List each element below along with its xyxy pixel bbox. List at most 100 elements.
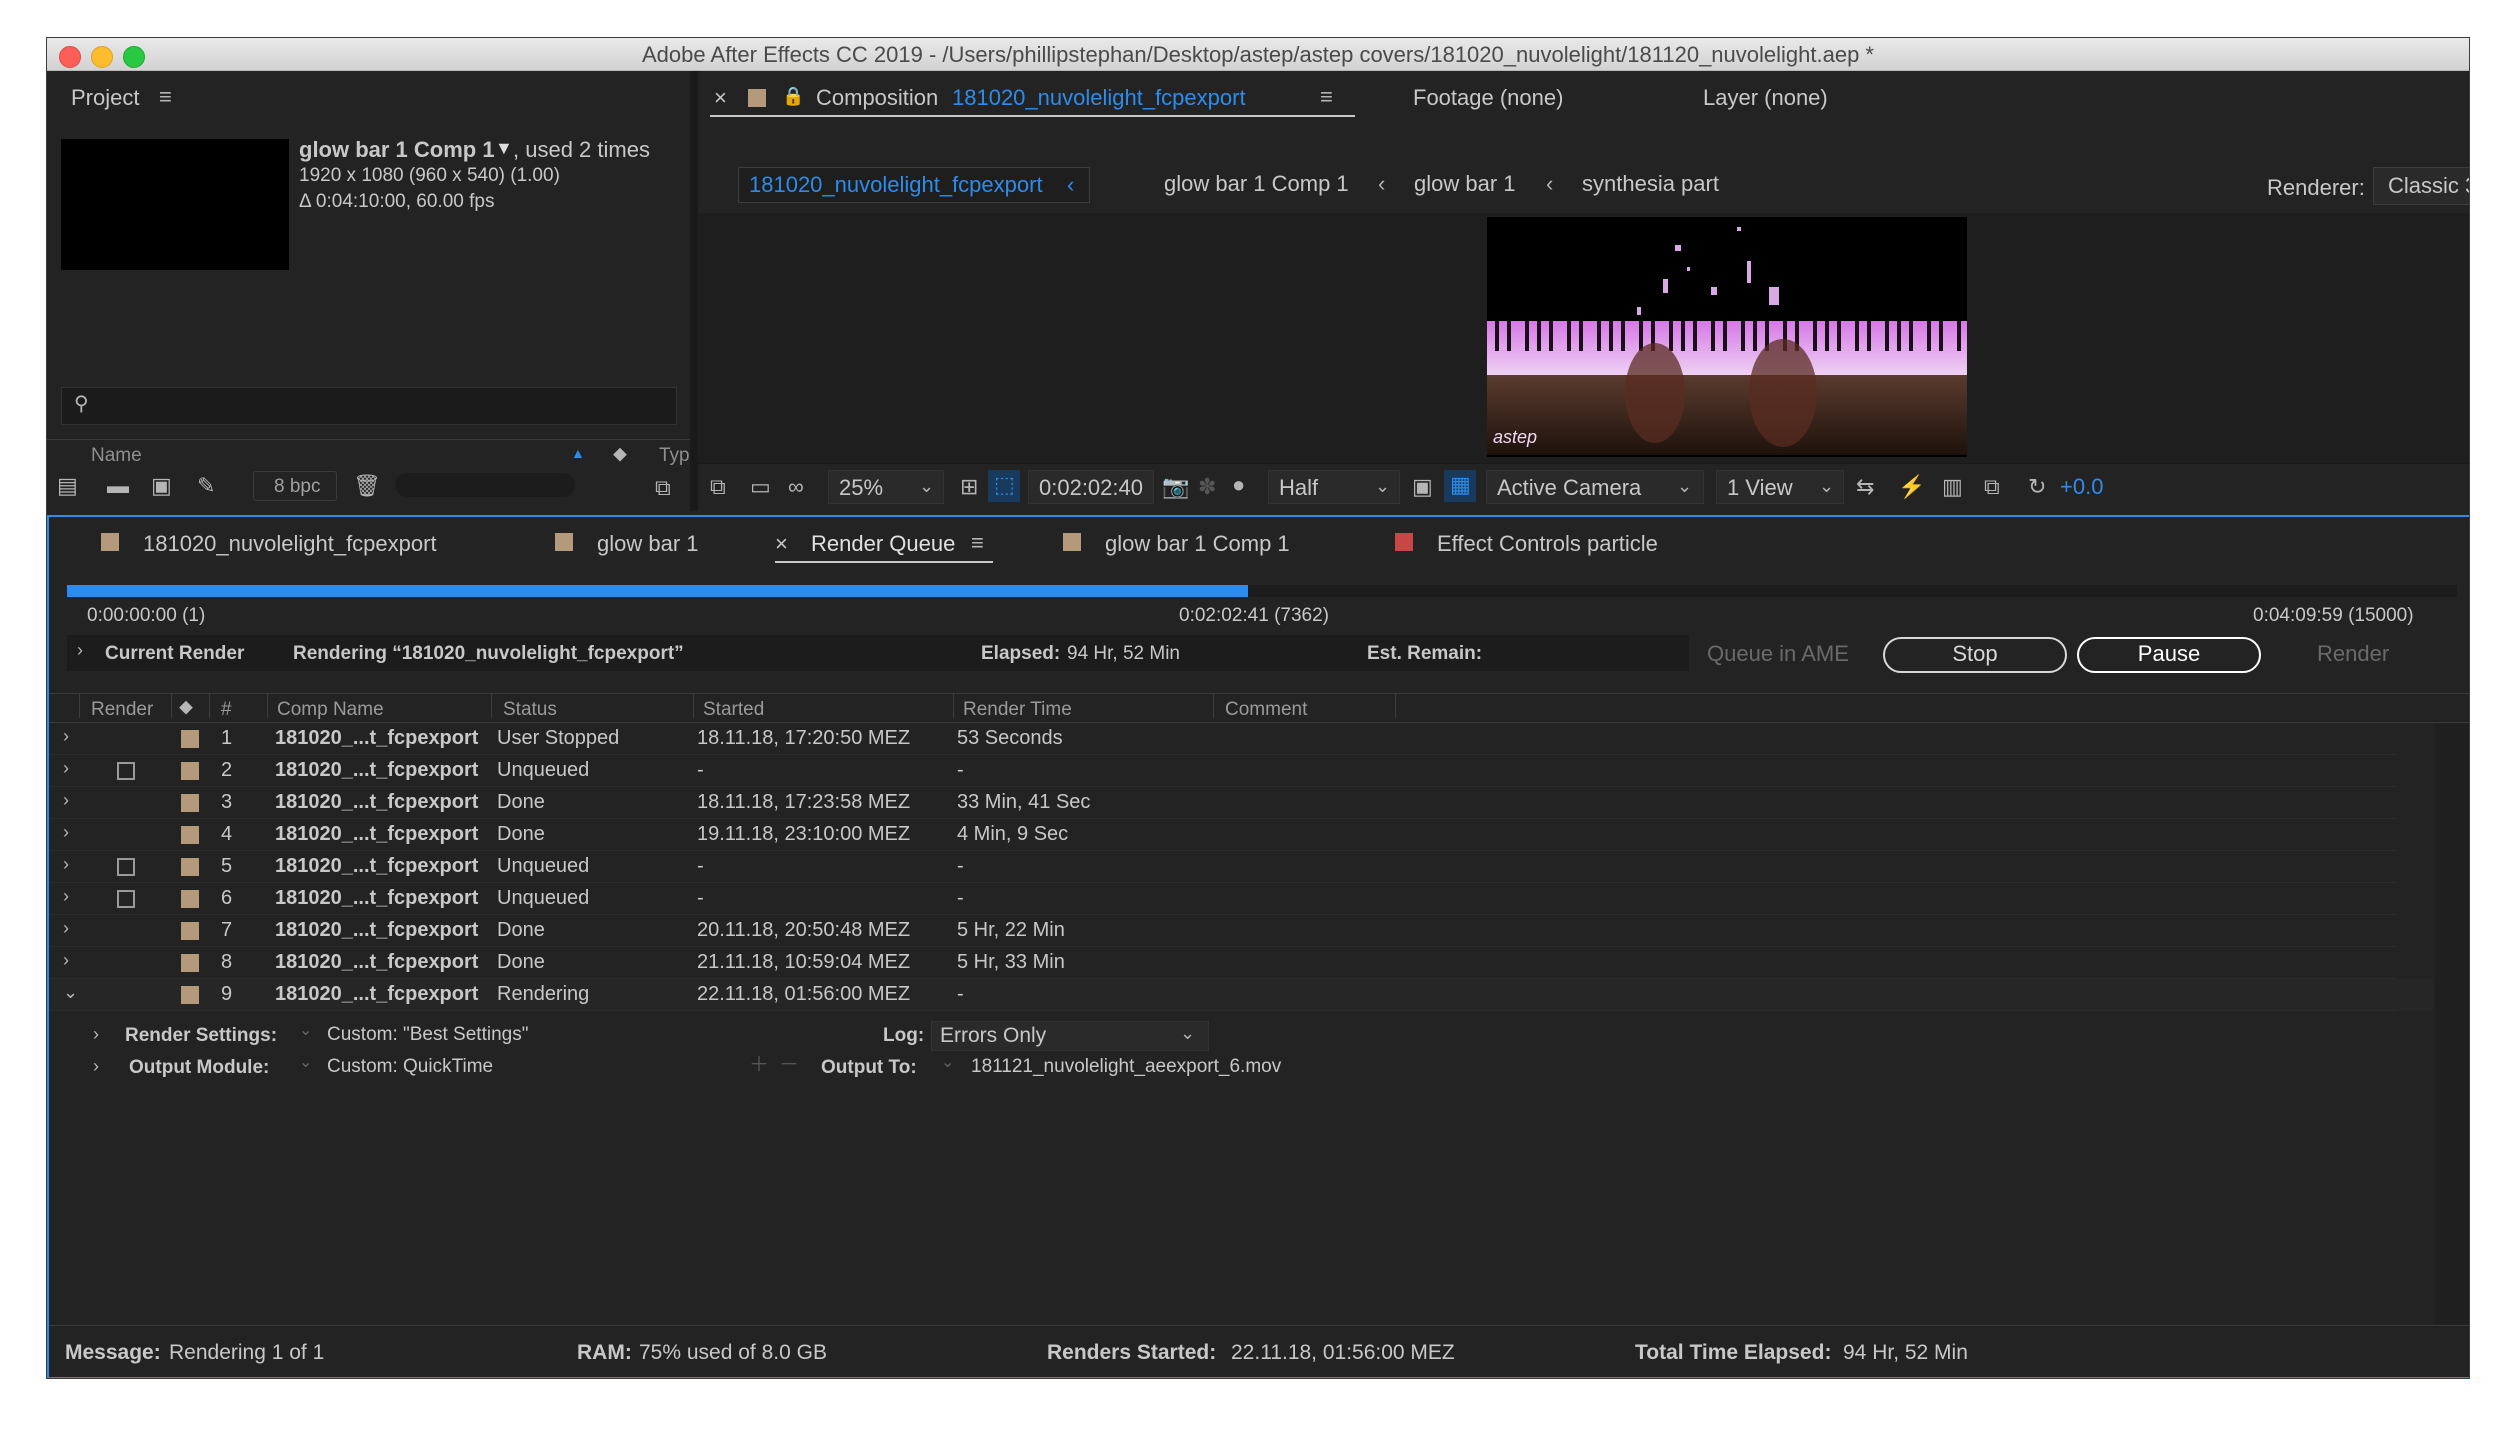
header-num[interactable]: #	[221, 699, 232, 721]
label-swatch[interactable]	[181, 730, 199, 748]
output-module-value[interactable]: Custom: QuickTime	[327, 1056, 493, 1078]
chevron-down-icon[interactable]: ⌄	[299, 1055, 312, 1071]
trash-icon[interactable]: 🗑	[353, 475, 381, 497]
camera-select[interactable]: Active Camera ⌄	[1486, 470, 1704, 504]
views-select[interactable]: 1 View ⌄	[1716, 470, 1844, 504]
pause-button[interactable]: Pause	[2077, 637, 2261, 673]
lock-icon[interactable]: 🔒	[782, 87, 804, 105]
panel-menu-icon[interactable]: ≡	[159, 86, 172, 108]
column-type[interactable]: Typ	[659, 445, 690, 467]
chevron-down-icon[interactable]: ⌄	[299, 1023, 312, 1039]
pen-icon[interactable]: ✎	[197, 475, 215, 497]
label-tag-icon[interactable]: ⬥	[179, 697, 193, 717]
queue-row[interactable]: › 1 181020_...t_fcpexport User Stopped 18.11…	[49, 723, 2433, 755]
chevron-right-icon[interactable]: ›	[63, 759, 69, 777]
chevron-right-icon[interactable]: ›	[63, 887, 69, 905]
render-settings-value[interactable]: Custom: "Best Settings"	[327, 1024, 528, 1046]
viewer-close-icon[interactable]: ×	[714, 85, 727, 111]
breadcrumb-glow-bar[interactable]: glow bar 1	[1414, 171, 1516, 197]
label-swatch[interactable]	[181, 858, 199, 876]
header-status[interactable]: Status	[503, 699, 557, 721]
exposure-value[interactable]: +0.0	[2060, 474, 2103, 500]
sort-up-icon[interactable]: ▲	[571, 446, 585, 460]
label-swatch[interactable]	[181, 826, 199, 844]
new-folder-icon[interactable]: ▬	[107, 475, 129, 497]
queue-row[interactable]: ⌄ 9 181020_...t_fcpexport Rendering 22.11.18…	[49, 979, 2433, 1011]
column-name[interactable]: Name	[91, 445, 142, 467]
close-icon[interactable]: ×	[775, 531, 788, 557]
row-comp-name[interactable]: 181020_...t_fcpexport	[275, 919, 478, 942]
new-composition-icon[interactable]: ▣	[151, 475, 172, 497]
always-preview-icon[interactable]: ⧉	[710, 476, 726, 498]
render-checkbox[interactable]	[117, 890, 135, 908]
queue-row[interactable]: › 4 181020_...t_fcpexport Done 19.11.18, 23:…	[49, 819, 2433, 851]
label-tag-icon[interactable]: ⬥	[613, 444, 627, 464]
breadcrumb-glow-comp[interactable]: glow bar 1 Comp 1	[1164, 171, 1349, 197]
region-of-interest-icon[interactable]: ⊞	[960, 476, 978, 498]
show-snapshot-icon[interactable]: ✽	[1198, 476, 1216, 498]
queue-row[interactable]: › 5 181020_...t_fcpexport Unqueued - -	[49, 851, 2433, 883]
chevron-right-icon[interactable]: ›	[93, 1025, 99, 1043]
chevron-right-icon[interactable]: ›	[63, 791, 69, 809]
item-dropdown-icon[interactable]: ▼	[495, 139, 513, 157]
chevron-right-icon[interactable]: ›	[63, 823, 69, 841]
comp-tab-name[interactable]: 181020_nuvolelight_fcpexport	[952, 85, 1246, 111]
interpret-footage-icon[interactable]: ▤	[57, 475, 78, 497]
chevron-right-icon[interactable]: ›	[63, 919, 69, 937]
tab-footage[interactable]: Footage (none)	[1413, 85, 1563, 111]
timeline-icon[interactable]: ▥	[1942, 476, 1963, 498]
tab-effect-controls[interactable]: Effect Controls particle	[1437, 531, 1658, 557]
fast-previews-icon[interactable]: ▣	[1412, 476, 1433, 498]
queue-row[interactable]: › 6 181020_...t_fcpexport Unqueued - -	[49, 883, 2433, 915]
thumbnail-slider[interactable]	[395, 473, 575, 497]
header-started[interactable]: Started	[703, 699, 764, 721]
project-search-input[interactable]: ⚲	[61, 387, 677, 425]
bpc-button[interactable]: 8 bpc	[253, 471, 337, 501]
snapshot-camera-icon[interactable]: 📷	[1162, 476, 1189, 498]
render-button[interactable]: Render	[2317, 641, 2389, 667]
queue-row[interactable]: › 8 181020_...t_fcpexport Done 21.11.18, 10:…	[49, 947, 2433, 979]
chevron-down-icon[interactable]: ⌄	[63, 983, 78, 1001]
project-item-name[interactable]: glow bar 1 Comp 1	[299, 137, 495, 163]
row-comp-name[interactable]: 181020_...t_fcpexport	[275, 759, 478, 782]
tab-glow-bar[interactable]: glow bar 1	[597, 531, 699, 557]
row-comp-name[interactable]: 181020_...t_fcpexport	[275, 727, 478, 750]
label-swatch[interactable]	[181, 954, 199, 972]
label-swatch[interactable]	[181, 922, 199, 940]
color-channels-icon[interactable]: ●	[1232, 474, 1245, 496]
label-swatch[interactable]	[181, 794, 199, 812]
chevron-right-icon[interactable]: ›	[63, 951, 69, 969]
queue-row[interactable]: › 2 181020_...t_fcpexport Unqueued - -	[49, 755, 2433, 787]
breadcrumb-synthesia[interactable]: synthesia part	[1582, 171, 1719, 197]
row-comp-name[interactable]: 181020_...t_fcpexport	[275, 823, 478, 846]
row-comp-name[interactable]: 181020_...t_fcpexport	[275, 983, 478, 1006]
header-render-time[interactable]: Render Time	[963, 699, 1072, 721]
fast-draft-icon[interactable]: ⚡	[1898, 476, 1925, 498]
resolution-select[interactable]: Half ⌄	[1268, 470, 1400, 504]
queue-in-ame-button[interactable]: Queue in AME	[1707, 641, 1849, 667]
zoom-select[interactable]: 25% ⌄	[828, 470, 944, 504]
tab-comp-export[interactable]: 181020_nuvolelight_fcpexport	[143, 531, 437, 557]
header-comp[interactable]: Comp Name	[277, 699, 384, 721]
queue-row[interactable]: › 3 181020_...t_fcpexport Done 18.11.18, 17:…	[49, 787, 2433, 819]
label-swatch[interactable]	[181, 890, 199, 908]
chevron-right-icon[interactable]: ›	[63, 855, 69, 873]
timecode-field[interactable]: 0:02:02:40	[1028, 470, 1154, 504]
row-comp-name[interactable]: 181020_...t_fcpexport	[275, 951, 478, 974]
tab-layer[interactable]: Layer (none)	[1703, 85, 1828, 111]
chevron-right-icon[interactable]: ›	[63, 727, 69, 745]
row-comp-name[interactable]: 181020_...t_fcpexport	[275, 855, 478, 878]
queue-scrollbar[interactable]	[2435, 723, 2469, 1325]
header-comment[interactable]: Comment	[1225, 699, 1307, 721]
project-panel-title[interactable]: Project	[71, 85, 139, 111]
header-render[interactable]: Render	[91, 699, 153, 721]
tab-render-queue[interactable]: Render Queue	[811, 531, 955, 557]
reset-exposure-icon[interactable]: ↻	[2028, 476, 2046, 498]
add-output-icon[interactable]: ＋	[749, 1055, 769, 1075]
vr-goggles-icon[interactable]: ∞	[788, 476, 804, 498]
queue-row[interactable]: › 7 181020_...t_fcpexport Done 20.11.18, 20:…	[49, 915, 2433, 947]
label-swatch[interactable]	[181, 986, 199, 1004]
grid-button[interactable]: ▦	[1444, 470, 1476, 502]
renderer-select[interactable]: Classic 3D	[2373, 167, 2469, 205]
breadcrumb-active[interactable]: 181020_nuvolelight_fcpexport ‹	[738, 167, 1090, 203]
